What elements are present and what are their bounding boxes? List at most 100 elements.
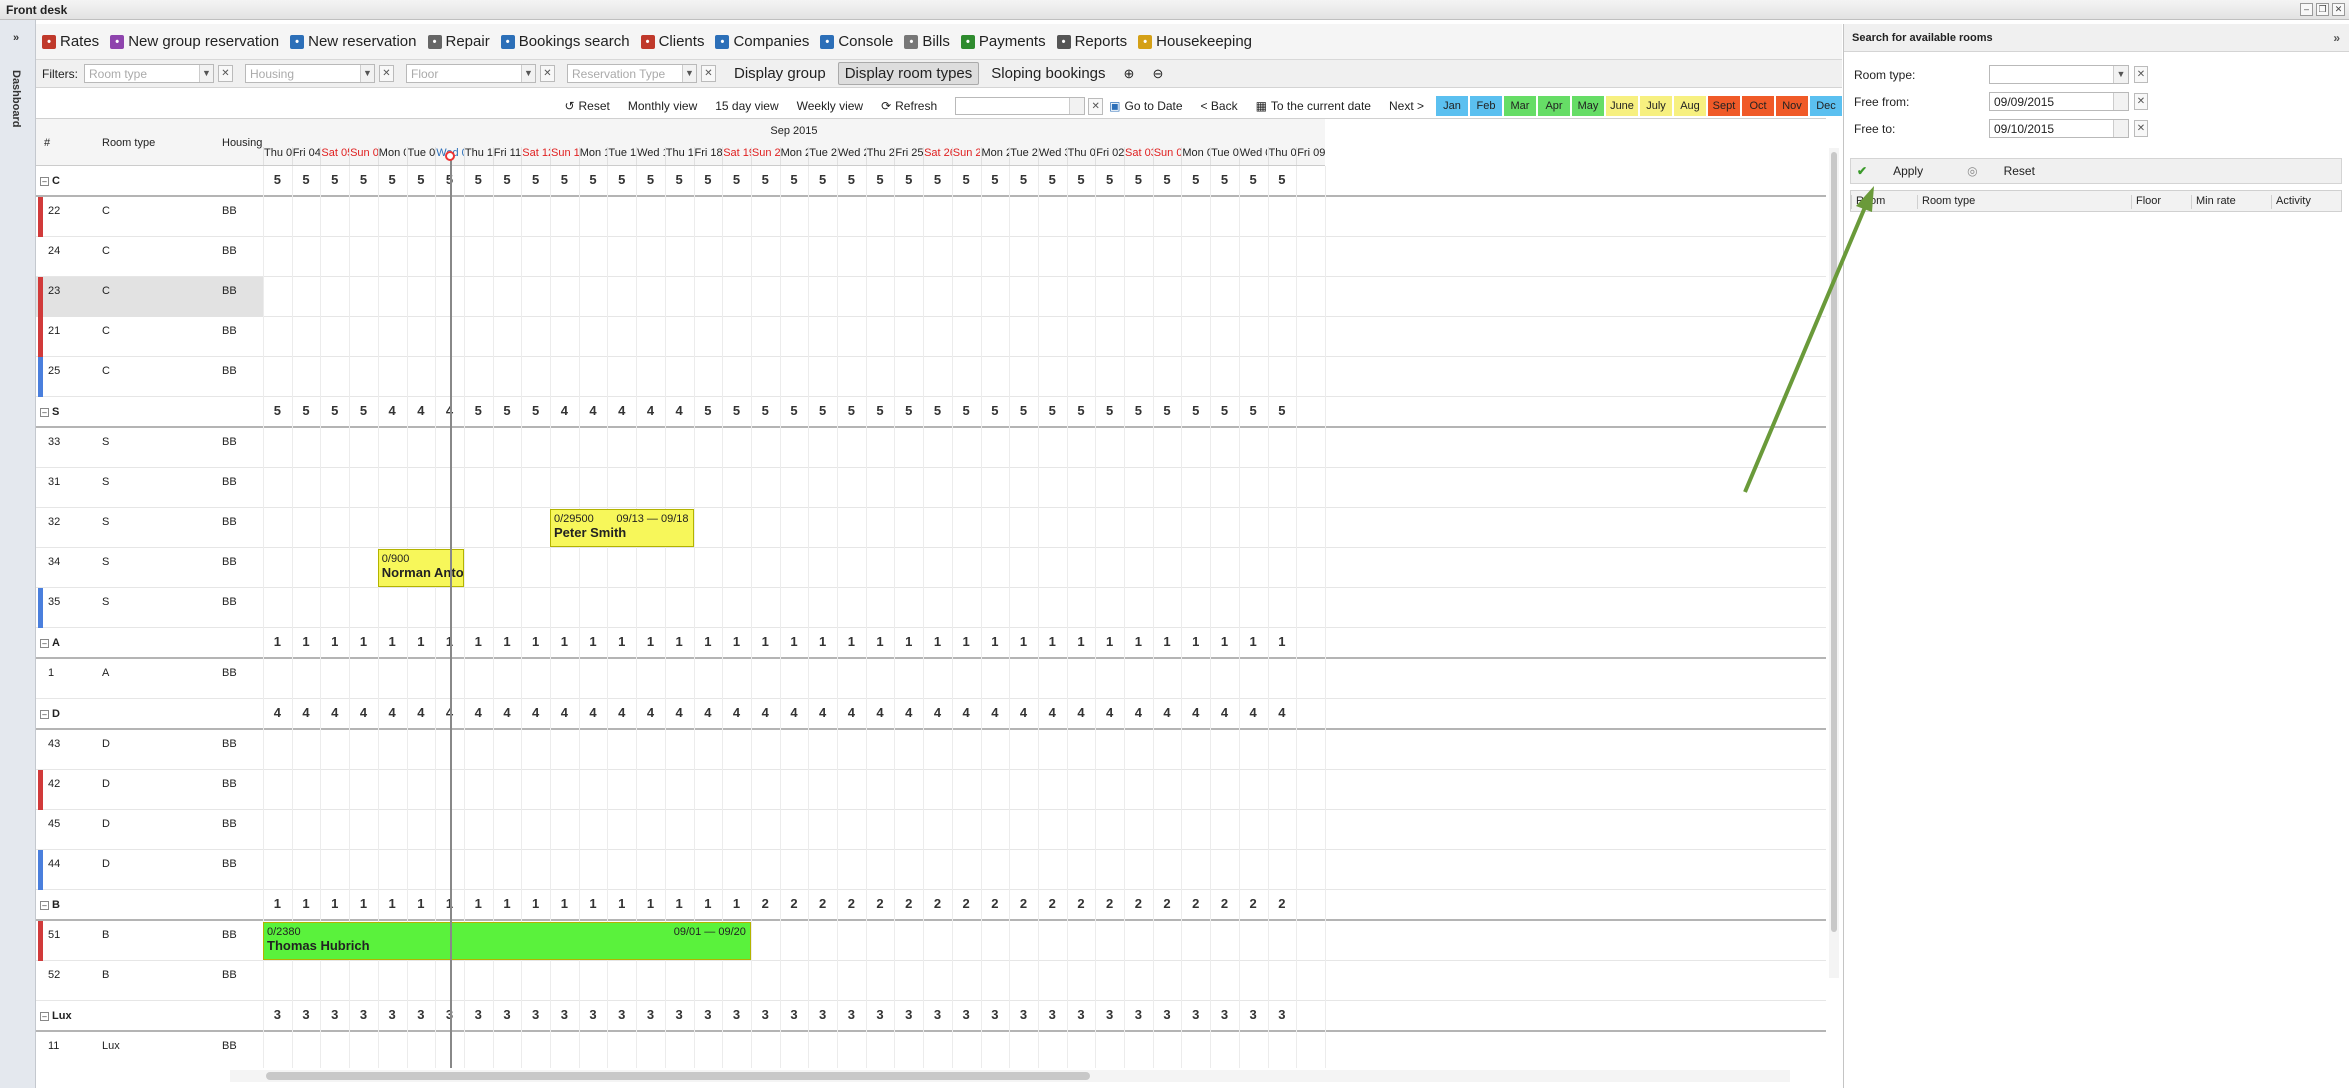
chevron-down-icon[interactable]: ▼ (2113, 66, 2128, 83)
vertical-scrollbar[interactable] (1829, 148, 1839, 978)
results-col-activity[interactable]: Activity (2271, 195, 2311, 209)
minimize-icon[interactable]: – (2300, 3, 2313, 16)
room-row[interactable]: 22 C BB (36, 197, 1826, 237)
fifteen-day-view-button[interactable]: 15 day view (715, 99, 778, 113)
collapse-icon[interactable]: » (2333, 31, 2340, 45)
toolbar-payments-button[interactable]: • Payments (960, 33, 1046, 50)
toolbar-rates-button[interactable]: • Rates (42, 33, 99, 50)
day-header-cell[interactable]: Wed 30 (1037, 147, 1067, 165)
room-type-select[interactable]: ▼ (1989, 65, 2129, 84)
chevron-down-icon[interactable]: ▼ (521, 65, 535, 82)
room-group-a[interactable]: –A111111111111111111111111111111111111 (36, 628, 1826, 659)
toolbar-new-reservation-button[interactable]: • New reservation (290, 33, 417, 50)
day-header-cell[interactable]: Sun 27 (951, 147, 980, 165)
room-row[interactable]: 44 D BB (36, 850, 1826, 890)
month-jan[interactable]: Jan (1436, 96, 1468, 116)
collapse-icon[interactable]: – (40, 901, 49, 910)
toolbar-console-button[interactable]: • Console (820, 33, 893, 50)
toolbar-clients-button[interactable]: • Clients (640, 33, 704, 50)
clear-icon[interactable]: ✕ (379, 65, 394, 82)
month-june[interactable]: June (1606, 96, 1638, 116)
display-group-button[interactable]: Display group (728, 63, 832, 84)
room-row[interactable]: 31 S BB (36, 468, 1826, 508)
day-header-cell[interactable]: Tue 08 (406, 147, 435, 165)
go-to-date-button[interactable]: ▣ Go to Date (1109, 99, 1182, 113)
clear-icon[interactable]: ✕ (218, 65, 233, 82)
day-header-cell[interactable]: Wed 16 (636, 147, 665, 165)
day-header-cell[interactable]: Mon 21 (779, 147, 808, 165)
day-header-cell[interactable]: Sat 03 (1124, 147, 1153, 165)
room-type-filter[interactable]: Room type ▼ (84, 64, 214, 83)
room-row[interactable]: 11 Lux BB (36, 1032, 1826, 1068)
collapse-icon[interactable]: – (40, 177, 49, 186)
current-date-button[interactable]: ▦ To the current date (1256, 99, 1371, 113)
month-apr[interactable]: Apr (1538, 96, 1570, 116)
free-to-input[interactable]: 09/10/2015 (1989, 119, 2129, 138)
group-name[interactable]: – C (40, 175, 60, 187)
day-header-cell[interactable]: Fri 11 (492, 147, 522, 165)
clear-icon[interactable]: ✕ (2134, 120, 2148, 137)
housing-filter[interactable]: Housing ▼ (245, 64, 375, 83)
room-group-c[interactable]: –C555555555555555555555555555555555555 (36, 166, 1826, 197)
zoom-in-icon[interactable]: ⊕ (1118, 64, 1141, 84)
clear-icon[interactable]: ✕ (2134, 66, 2148, 83)
day-header-cell[interactable]: Mon 14 (578, 147, 607, 165)
dashboard-sidebar[interactable]: » Dashboard (0, 20, 36, 1088)
month-mar[interactable]: Mar (1504, 96, 1536, 116)
results-col-room-type[interactable]: Room type (1917, 195, 1975, 209)
day-header-cell[interactable]: Tue 06 (1210, 147, 1239, 165)
day-header-cell[interactable]: Fri 09 (1296, 147, 1325, 165)
day-header-cell[interactable]: Sun 06 (349, 147, 378, 165)
results-col-room[interactable]: Room (1851, 195, 1885, 209)
room-row[interactable]: 42 D BB (36, 770, 1826, 810)
results-col-min-rate[interactable]: Min rate (2191, 195, 2236, 209)
day-header-cell[interactable]: Fri 25 (894, 147, 923, 165)
day-header-cell[interactable]: Fri 04 (291, 147, 320, 165)
room-row[interactable]: 45 D BB (36, 810, 1826, 850)
apply-button[interactable]: ✔ Apply (1857, 164, 1945, 178)
toolbar-bookings-search-button[interactable]: • Bookings search (500, 33, 630, 50)
day-header-cell[interactable]: Thu 10 (463, 147, 493, 165)
toolbar-housekeeping-button[interactable]: • Housekeeping (1138, 33, 1252, 50)
month-aug[interactable]: Aug (1674, 96, 1706, 116)
toolbar-new-group-reservation-button[interactable]: • New group reservation (110, 33, 279, 50)
day-header-cell[interactable]: Mon 05 (1181, 147, 1210, 165)
free-from-input[interactable]: 09/09/2015 (1989, 92, 2129, 111)
group-name[interactable]: – A (40, 637, 60, 649)
goto-date-input[interactable] (955, 97, 1086, 115)
day-header-cell[interactable]: Tue 15 (607, 147, 636, 165)
toolbar-bills-button[interactable]: • Bills (904, 33, 950, 50)
group-name[interactable]: – Lux (40, 1010, 72, 1022)
month-may[interactable]: May (1572, 96, 1604, 116)
day-header-cell[interactable]: Fri 18 (693, 147, 722, 165)
collapse-icon[interactable]: – (40, 710, 49, 719)
results-col-floor[interactable]: Floor (2131, 195, 2161, 209)
room-group-d[interactable]: –D444444444444444444444444444444444444 (36, 699, 1826, 730)
day-header-cell[interactable]: Sat 19 (722, 147, 751, 165)
expand-icon[interactable]: » (13, 32, 19, 44)
day-header-cell[interactable]: Sun 20 (750, 147, 780, 165)
room-group-lux[interactable]: –Lux333333333333333333333333333333333333 (36, 1001, 1826, 1032)
scroll-thumb[interactable] (266, 1072, 1090, 1080)
monthly-view-button[interactable]: Monthly view (628, 99, 697, 113)
month-feb[interactable]: Feb (1470, 96, 1502, 116)
day-header-cell[interactable]: Sun 13 (550, 147, 579, 165)
back-button[interactable]: < Back (1201, 99, 1238, 113)
clear-icon[interactable]: ✕ (540, 65, 555, 82)
day-header-cell[interactable]: Wed 23 (837, 147, 866, 165)
clear-icon[interactable]: ✕ (1088, 97, 1104, 115)
weekly-view-button[interactable]: Weekly view (797, 99, 863, 113)
clear-icon[interactable]: ✕ (2134, 93, 2148, 110)
collapse-icon[interactable]: – (40, 408, 49, 417)
zoom-out-icon[interactable]: ⊖ (1146, 64, 1169, 84)
collapse-icon[interactable]: – (40, 639, 49, 648)
horizontal-scrollbar[interactable] (230, 1070, 1790, 1082)
reset-view-button[interactable]: ↺ Reset (564, 99, 609, 113)
month-sept[interactable]: Sept (1708, 96, 1740, 116)
room-row[interactable]: 23 C BB (36, 277, 1826, 317)
group-name[interactable]: – S (40, 406, 59, 418)
refresh-button[interactable]: ⟳ Refresh (881, 99, 937, 113)
day-header-cell[interactable]: Mon 07 (377, 147, 406, 165)
reservation-type-filter[interactable]: Reservation Type ▼ (567, 64, 697, 83)
room-row[interactable]: 43 D BB (36, 730, 1826, 770)
